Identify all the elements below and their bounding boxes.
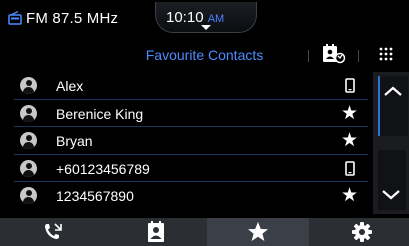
avatar-icon: [20, 159, 37, 177]
radio-icon: [8, 10, 22, 30]
chevron-up-icon: [384, 86, 402, 96]
radio-station[interactable]: FM 87.5 MHz: [26, 10, 118, 27]
clock-time: 10:10: [166, 9, 204, 26]
title-bar: Favourite Contacts: [0, 38, 409, 72]
contact-row[interactable]: Berenice King ★: [14, 100, 368, 127]
avatar-icon: [20, 187, 37, 204]
star-icon[interactable]: ★: [341, 129, 358, 152]
apps-grid-icon[interactable]: [379, 47, 393, 66]
page-title: Favourite Contacts: [145, 47, 264, 63]
star-icon[interactable]: ★: [341, 102, 358, 125]
avatar-icon: [20, 132, 37, 149]
contact-sync-icon[interactable]: [322, 44, 346, 69]
contact-name: Bryan: [56, 133, 93, 149]
avatar-icon: [20, 77, 37, 94]
scrollbar[interactable]: [373, 72, 409, 214]
star-icon[interactable]: ★: [341, 184, 358, 207]
tab-contacts[interactable]: [102, 218, 204, 246]
contact-name: 1234567890: [56, 188, 134, 204]
avatar-icon: [20, 104, 37, 122]
contact-row[interactable]: 1234567890 ★: [14, 182, 368, 209]
contact-row[interactable]: +60123456789: [14, 155, 368, 182]
scroll-down-button[interactable]: [378, 150, 406, 210]
contacts-book-icon: [148, 221, 164, 242]
scroll-up-button[interactable]: [378, 76, 408, 136]
divider: [358, 50, 359, 62]
settings-gear-icon: [352, 222, 372, 242]
chevron-down-icon: [382, 190, 400, 200]
contact-name: Alex: [56, 78, 84, 94]
chevron-down-icon: [201, 25, 211, 30]
favourite-contacts-list: Alex Berenice King ★ Bryan ★ +6012345678…: [14, 72, 368, 209]
status-bar: FM 87.5 MHz 10:10 AM: [0, 0, 409, 36]
tab-call-log[interactable]: [0, 218, 102, 246]
tab-settings[interactable]: [308, 218, 409, 246]
call-log-icon: [45, 223, 62, 239]
clock: 10:10 AM: [166, 9, 224, 26]
contact-name: Berenice King: [56, 105, 144, 122]
contact-row[interactable]: Bryan ★: [14, 127, 368, 155]
mobile-phone-icon: [345, 78, 355, 98]
favourites-star-icon: [248, 222, 268, 241]
clock-ampm: AM: [207, 13, 225, 25]
divider: [308, 50, 309, 62]
contact-name: +60123456789: [56, 160, 150, 177]
mobile-phone-icon: [345, 160, 355, 181]
bottom-tab-bar: [0, 218, 409, 246]
tab-favourites[interactable]: [207, 218, 309, 246]
clock-tab[interactable]: 10:10 AM: [155, 2, 257, 33]
contact-row[interactable]: Alex: [14, 72, 368, 100]
